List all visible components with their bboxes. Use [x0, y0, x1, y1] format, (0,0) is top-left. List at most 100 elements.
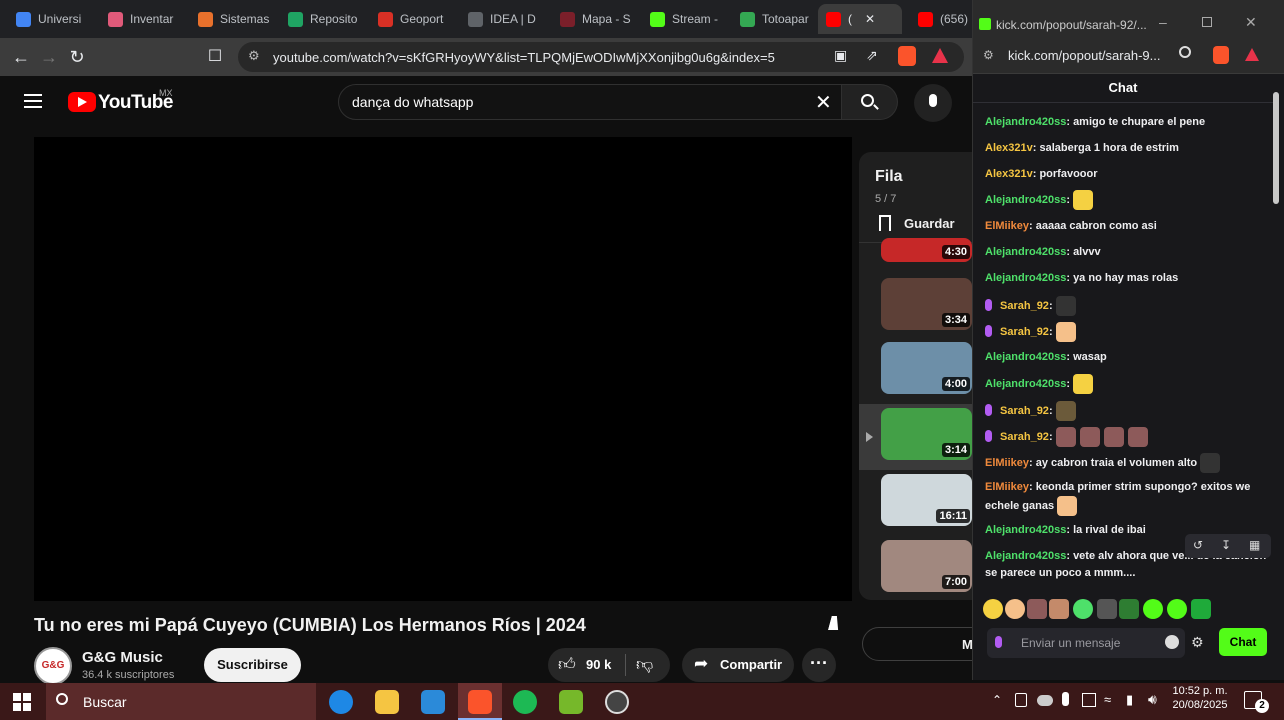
chat-message[interactable]: Sarah_92: [985, 401, 1267, 421]
spotify-icon[interactable] [513, 690, 537, 714]
windows-start-icon[interactable] [13, 693, 31, 711]
save-button[interactable]: Guardar [904, 216, 955, 231]
zoom-icon[interactable] [1179, 46, 1191, 58]
dislike-icon[interactable]: 👎︎ [636, 654, 653, 675]
tray-mic-icon[interactable] [1062, 692, 1069, 706]
chat-message-list[interactable]: Alejandro420ss: amigo te chupare el pene… [973, 110, 1273, 590]
emote-icon[interactable] [1027, 599, 1047, 619]
chat-username[interactable]: Alejandro420ss [985, 116, 1066, 128]
pin-icon[interactable]: ↧ [1221, 538, 1231, 552]
queue-item-thumbnail[interactable]: 3:14 [881, 408, 972, 460]
back-button[interactable]: ← [10, 46, 32, 68]
clear-search-icon[interactable]: ✕ [815, 90, 832, 115]
channel-name[interactable]: G&G Music [82, 649, 163, 666]
queue-item-thumbnail[interactable]: 4:30 [881, 238, 972, 262]
chat-message[interactable]: Alejandro420ss: ya no hay mas rolas [985, 270, 1267, 287]
chat-username[interactable]: Alejandro420ss [985, 246, 1066, 258]
delete-icon[interactable]: ▦ [1249, 538, 1260, 552]
forward-button[interactable]: → [38, 46, 60, 68]
brave-rewards-icon[interactable] [1245, 48, 1259, 61]
subscribe-button[interactable]: Suscribirse [204, 648, 301, 682]
maximize-icon[interactable] [1202, 17, 1212, 27]
emote-icon[interactable] [1049, 599, 1069, 619]
chat-message[interactable]: Alejandro420ss: [985, 190, 1267, 210]
like-icon[interactable]: 👍︎ [558, 654, 576, 675]
browser-tab[interactable]: (✕ [818, 4, 902, 34]
brave-shield-icon[interactable] [1213, 46, 1229, 64]
emoji-picker-icon[interactable] [1165, 635, 1179, 649]
reply-icon[interactable]: ↺ [1193, 538, 1203, 552]
chat-username[interactable]: Alejandro420ss [985, 194, 1066, 206]
chat-username[interactable]: Alejandro420ss [985, 272, 1066, 284]
chat-username[interactable]: Alex321v [985, 168, 1033, 180]
chat-message-input[interactable]: Enviar un mensaje [987, 628, 1185, 658]
search-input[interactable]: dança do whatsapp [352, 94, 473, 110]
edge-icon[interactable] [329, 690, 353, 714]
brave-rewards-icon[interactable] [932, 48, 948, 63]
chat-message[interactable]: Sarah_92: [985, 322, 1267, 342]
taskbar-brave-active[interactable] [458, 683, 502, 720]
wifi-icon[interactable]: ≈ [1104, 692, 1111, 707]
emote-icon[interactable] [1073, 599, 1093, 619]
chat-message[interactable]: Alejandro420ss: wasap [985, 349, 1267, 366]
share-button[interactable]: ➦ Compartir [682, 648, 794, 682]
chat-username[interactable]: ElMiikey [985, 220, 1029, 232]
close-icon[interactable]: ✕ [1245, 14, 1257, 31]
search-box[interactable]: dança do whatsapp ✕ [338, 84, 842, 120]
youtube-logo-icon[interactable] [68, 92, 96, 112]
mail-icon[interactable] [421, 690, 445, 714]
browser-tab[interactable]: (656) [910, 4, 972, 34]
queue-item-thumbnail[interactable]: 16:11 [881, 474, 972, 526]
site-info-icon[interactable]: ⚙ [248, 48, 260, 64]
battery-icon[interactable]: ▮ [1126, 692, 1133, 708]
address-bar[interactable]: ⚙ youtube.com/watch?v=sKfGRHyoyWY&list=T… [238, 42, 964, 72]
like-count[interactable]: 90 k [586, 657, 611, 672]
queue-item-thumbnail[interactable]: 3:34 [881, 278, 972, 330]
qgis-icon[interactable] [559, 690, 583, 714]
chat-username[interactable]: Alejandro420ss [985, 351, 1066, 363]
taskbar-clock[interactable]: 10:52 p. m. 20/08/2025 [1168, 685, 1232, 711]
tray-device-icon[interactable] [1015, 693, 1027, 707]
close-tab-icon[interactable]: ✕ [865, 12, 875, 26]
tray-expand-icon[interactable]: ⌃ [992, 693, 1002, 707]
menu-icon[interactable] [24, 94, 42, 108]
chat-message[interactable]: Alejandro420ss: [985, 374, 1267, 394]
chat-settings-icon[interactable]: ⚙ [1191, 634, 1204, 651]
tray-display-icon[interactable] [1082, 693, 1096, 707]
channel-avatar[interactable]: G&G [34, 647, 72, 685]
browser-tab[interactable]: Mapa - S [552, 4, 640, 34]
browser-tab[interactable]: Universi [8, 4, 96, 34]
queue-item-thumbnail[interactable]: 7:00 [881, 540, 972, 592]
emote-icon[interactable] [1119, 599, 1139, 619]
cast-icon[interactable]: ▣ [834, 47, 847, 64]
bookmark-icon[interactable]: ☐ [204, 46, 226, 68]
emote-icon[interactable] [1005, 599, 1025, 619]
chat-message[interactable]: Sarah_92: [985, 427, 1267, 447]
chat-message[interactable]: Alejandro420ss: amigo te chupare el pene [985, 114, 1267, 131]
chat-message[interactable]: Alejandro420ss: alvvv [985, 244, 1267, 261]
chat-username[interactable]: Alejandro420ss [985, 524, 1066, 536]
browser-tab[interactable]: Stream - [642, 4, 730, 34]
chat-send-button[interactable]: Chat [1219, 628, 1267, 656]
more-actions-button[interactable]: ··· [802, 648, 836, 682]
browser-tab[interactable]: Reposito [280, 4, 368, 34]
search-button[interactable] [842, 84, 898, 120]
chat-username[interactable]: ElMiikey [985, 481, 1029, 493]
chat-username[interactable]: Sarah_92 [1000, 326, 1049, 338]
chat-username[interactable]: Sarah_92 [1000, 300, 1049, 312]
emote-icon[interactable] [1097, 599, 1117, 619]
reload-button[interactable]: ↻ [66, 46, 88, 68]
emote-icon[interactable] [1191, 599, 1211, 619]
chat-username[interactable]: Alejandro420ss [985, 378, 1066, 390]
chat-username[interactable]: ElMiikey [985, 457, 1029, 469]
queue-item-thumbnail[interactable]: 4:00 [881, 342, 972, 394]
save-icon[interactable] [879, 215, 891, 231]
chat-message[interactable]: Sarah_92: [985, 296, 1267, 316]
chat-message[interactable]: ElMiikey: ay cabron traia el volumen alt… [985, 453, 1267, 473]
chat-scrollbar[interactable] [1273, 92, 1279, 204]
site-settings-icon[interactable]: ⚙ [983, 48, 994, 62]
taskbar-search[interactable]: Buscar [46, 683, 316, 720]
browser-tab[interactable]: Totoapar [732, 4, 816, 34]
minimize-icon[interactable]: – [1159, 14, 1167, 30]
chat-username[interactable]: Alex321v [985, 142, 1033, 154]
